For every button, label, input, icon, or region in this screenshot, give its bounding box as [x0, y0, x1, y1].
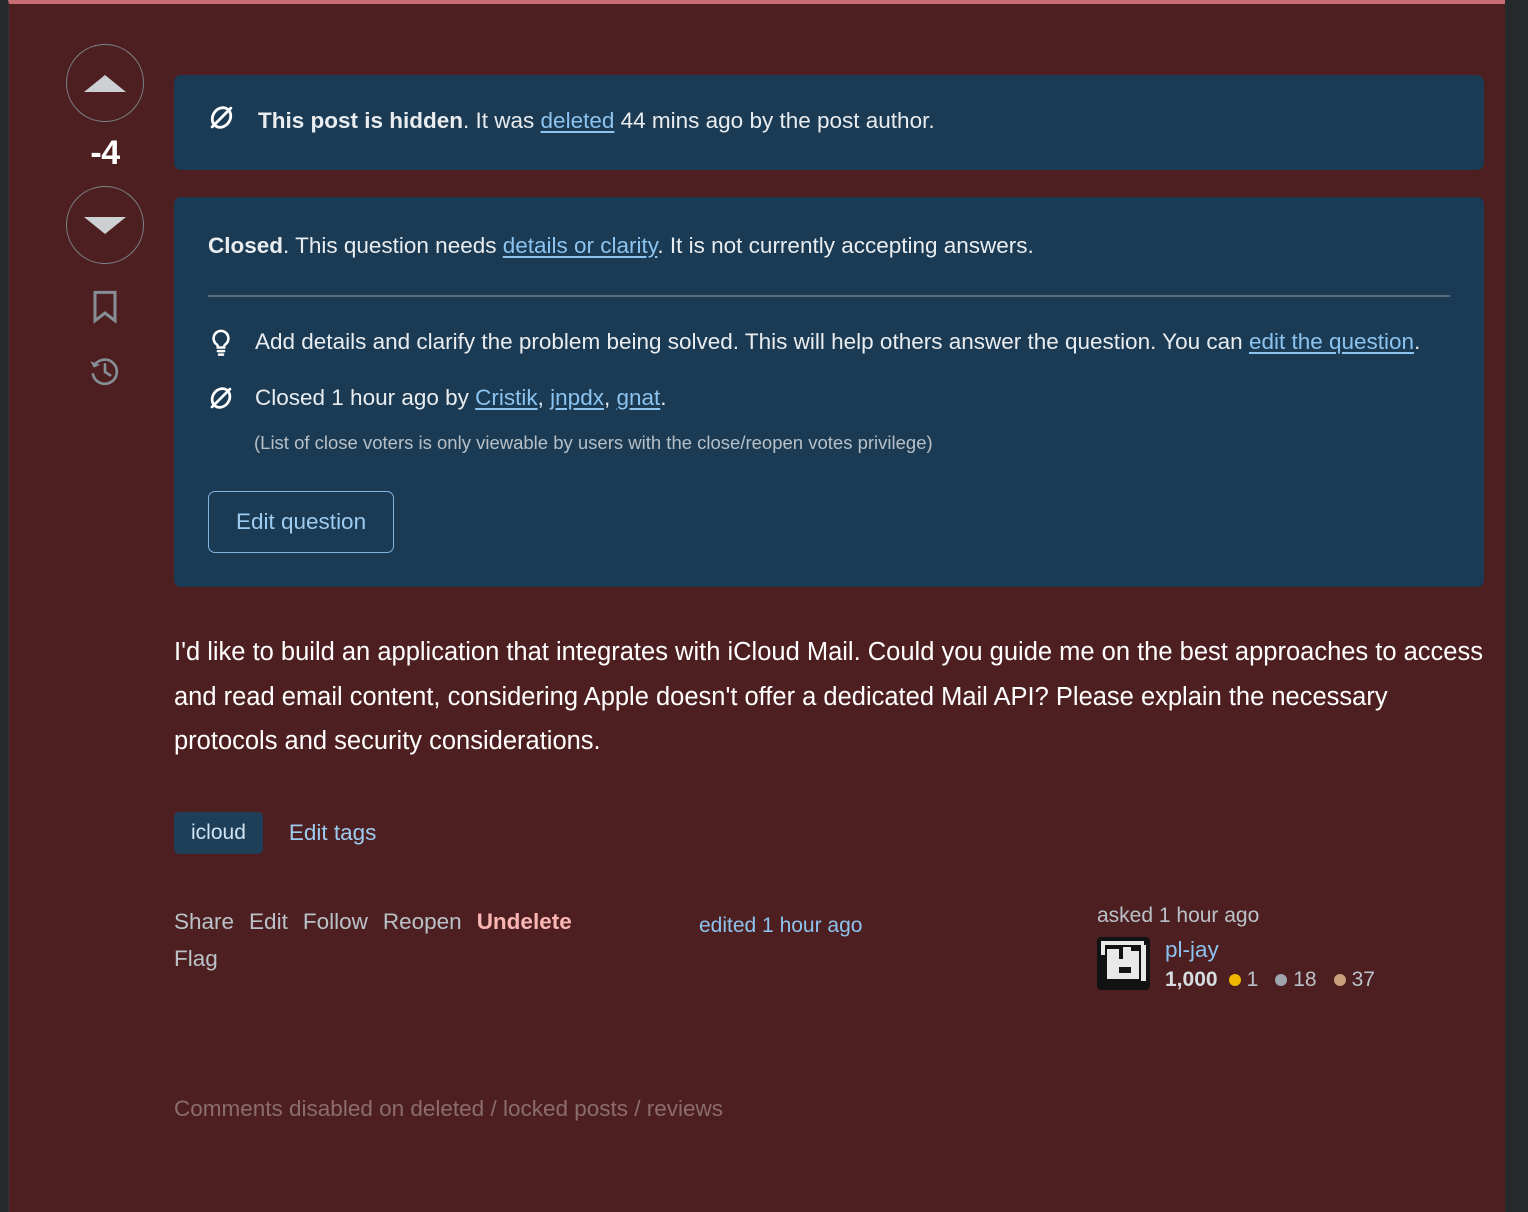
edit-question-button[interactable]: Edit question — [208, 490, 395, 553]
edit-the-question-link[interactable]: edit the question — [1249, 329, 1414, 354]
notice-divider — [208, 295, 1450, 298]
gold-badge-count: 1 — [1246, 968, 1259, 992]
post-main-column: This post is hidden. It was deleted 44 m… — [174, 4, 1484, 1122]
closed-headline: Closed. This question needs details or c… — [208, 229, 1450, 263]
triangle-up-icon — [84, 74, 126, 92]
close-reason-row: Add details and clarify the problem bein… — [208, 325, 1450, 367]
share-link[interactable]: Share — [174, 909, 234, 934]
window-left-gutter — [0, 0, 8, 1212]
close-voter-link[interactable]: Cristik — [475, 385, 538, 410]
deleted-post-panel: -4 This post is hidden. It was deleted 4… — [8, 0, 1505, 1212]
asker-user-card: asked 1 hour ago pl-jay 1,000 1 18 37 — [1097, 904, 1437, 992]
reopen-link[interactable]: Reopen — [383, 909, 462, 934]
vote-score: -4 — [90, 134, 120, 172]
edited-timestamp[interactable]: edited 1 hour ago — [699, 914, 862, 938]
hidden-mid-text: . It was — [463, 108, 541, 133]
eye-off-icon — [208, 381, 234, 421]
reason-text-before: Add details and clarify the problem bein… — [255, 329, 1249, 355]
post-closed-notice: Closed. This question needs details or c… — [174, 196, 1484, 587]
username-link[interactable]: pl-jay — [1165, 937, 1219, 962]
close-voter-link[interactable]: gnat — [616, 385, 660, 410]
upvote-button[interactable] — [66, 44, 144, 122]
closed-bold-prefix: Closed — [208, 232, 284, 258]
edit-tags-link[interactable]: Edit tags — [289, 820, 377, 846]
gold-badge-icon — [1228, 974, 1241, 987]
post-footer: Share Edit Follow Reopen Undelete Flag edite… — [174, 904, 1484, 1024]
close-reason-text: Add details and clarify the problem bein… — [255, 325, 1420, 359]
silver-badge-icon — [1275, 974, 1288, 987]
undelete-link[interactable]: Undelete — [477, 909, 572, 934]
question-page: -4 This post is hidden. It was deleted 4… — [0, 0, 1528, 1212]
hidden-bold-prefix: This post is hidden — [258, 108, 464, 133]
sep-1: , — [537, 385, 551, 411]
close-reason-link[interactable]: details or clarity — [503, 233, 658, 258]
downvote-button[interactable] — [66, 186, 144, 264]
user-meta: pl-jay 1,000 1 18 37 — [1165, 937, 1386, 992]
closed-by-suffix: . — [660, 385, 667, 411]
closed-by-text: Closed 1 hour ago by Cristik, jnpdx, gna… — [255, 381, 667, 415]
reputation-value: 1,000 — [1165, 968, 1218, 992]
hidden-suffix-text: 44 mins ago by the post author. — [614, 108, 935, 133]
gold-badge-group: 1 — [1228, 968, 1259, 992]
deleted-link[interactable]: deleted — [541, 108, 615, 133]
close-voter-link[interactable]: jnpdx — [550, 385, 604, 410]
closed-by-row: Closed 1 hour ago by Cristik, jnpdx, gna… — [208, 381, 1450, 421]
closed-lead-text: . This question needs — [283, 232, 503, 258]
tag-icloud[interactable]: icloud — [174, 812, 263, 855]
history-clock-icon[interactable] — [89, 355, 121, 392]
tag-row: icloud Edit tags — [174, 812, 1484, 855]
follow-link[interactable]: Follow — [303, 909, 368, 934]
edit-link[interactable]: Edit — [249, 909, 288, 934]
flag-link[interactable]: Flag — [174, 946, 218, 971]
reason-text-after: . — [1414, 329, 1421, 355]
lightbulb-icon — [208, 325, 234, 367]
silver-badge-count: 18 — [1293, 968, 1317, 992]
triangle-down-icon — [84, 216, 126, 234]
post-hidden-text: This post is hidden. It was deleted 44 m… — [258, 104, 935, 138]
closed-lead-tail: . It is not currently accepting answers. — [657, 232, 1034, 258]
avatar[interactable] — [1097, 937, 1150, 991]
user-row: pl-jay 1,000 1 18 37 — [1097, 937, 1437, 992]
reputation-line: 1,000 1 18 37 — [1165, 968, 1386, 992]
bronze-badge-group: 37 — [1333, 968, 1375, 992]
silver-badge-group: 18 — [1275, 968, 1317, 992]
bronze-badge-count: 37 — [1351, 968, 1375, 992]
eye-off-icon — [208, 104, 235, 141]
post-action-links: Share Edit Follow Reopen Undelete Flag — [174, 904, 654, 977]
bronze-badge-icon — [1333, 974, 1346, 987]
question-body: I'd like to build an application that in… — [174, 637, 1483, 756]
comments-disabled-note: Comments disabled on deleted / locked po… — [174, 1096, 724, 1122]
close-voters-privilege-note: (List of close voters is only viewable b… — [254, 431, 933, 453]
vote-rail: -4 — [55, 44, 155, 392]
sep-2: , — [603, 385, 617, 411]
closed-by-prefix: Closed 1 hour ago by — [255, 385, 476, 411]
asked-timestamp: asked 1 hour ago — [1097, 904, 1260, 928]
bookmark-icon[interactable] — [90, 290, 120, 329]
post-hidden-notice: This post is hidden. It was deleted 44 m… — [174, 75, 1484, 170]
